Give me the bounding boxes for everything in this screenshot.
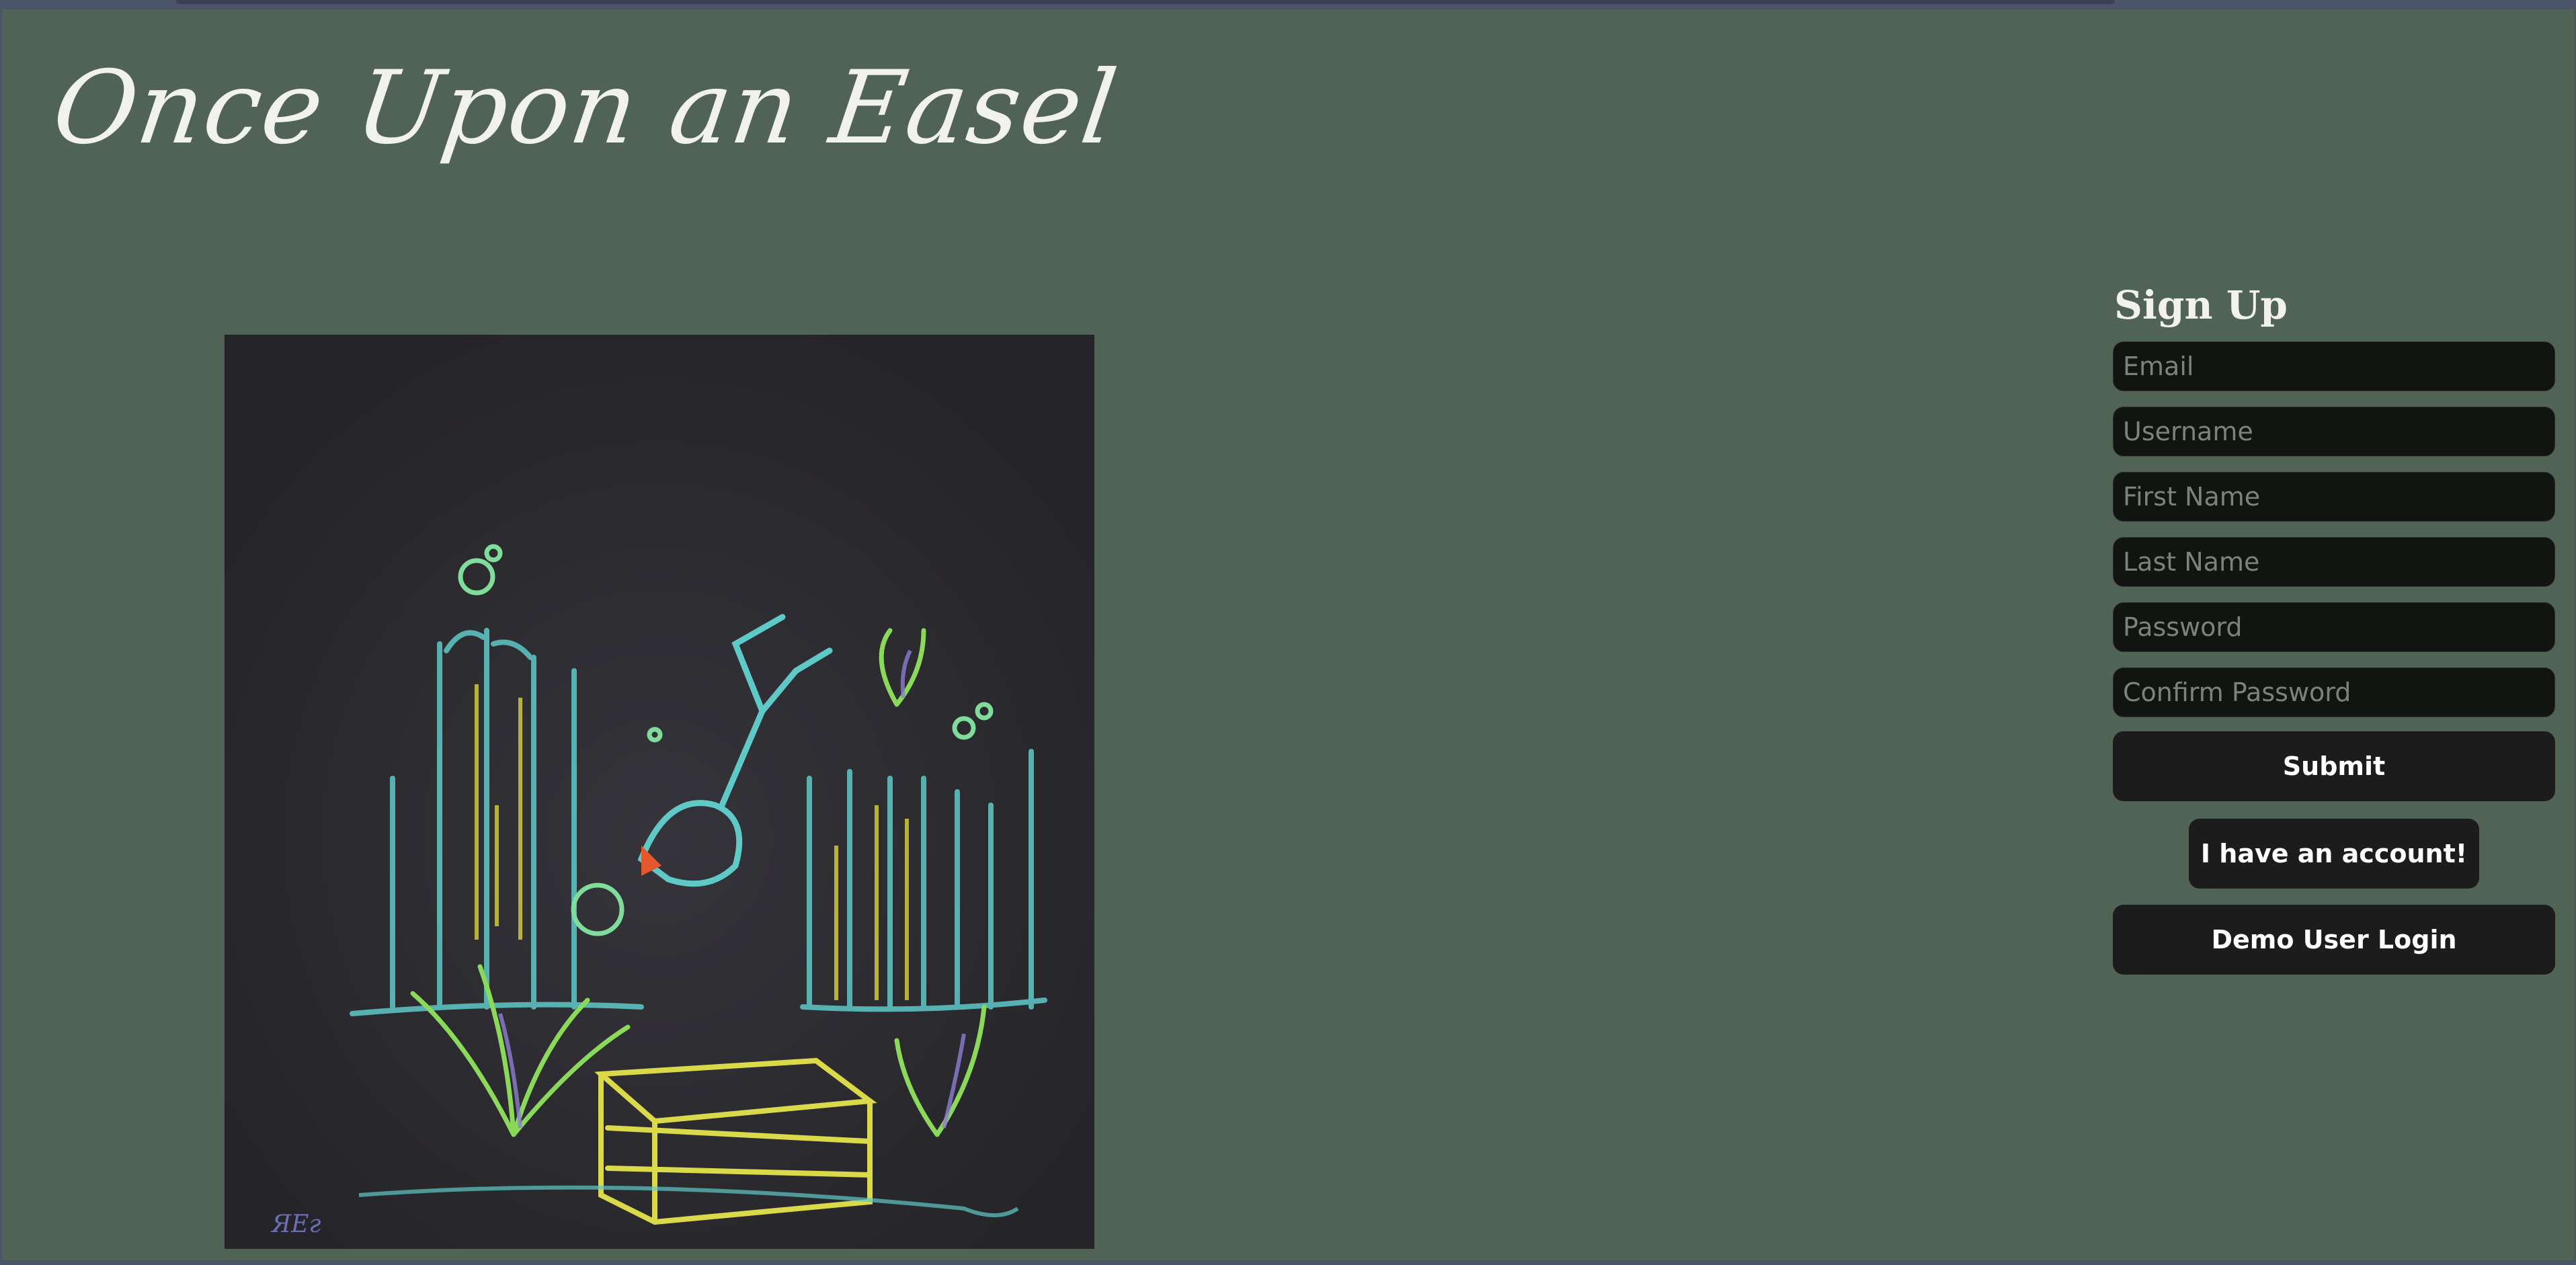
signup-form: Sign Up Submit I have an account! Demo U… <box>2113 278 2555 975</box>
submit-button[interactable]: Submit <box>2113 731 2555 801</box>
demo-login-button[interactable]: Demo User Login <box>2113 905 2555 975</box>
browser-frame: Once Upon an Easel ЯЕг Sign Up Email Use… <box>0 0 2576 1265</box>
artwork-image: ЯЕг <box>225 335 1094 1249</box>
browser-tab-strip <box>176 0 2115 4</box>
last-name-field[interactable] <box>2113 537 2555 587</box>
confirm-password-field[interactable] <box>2113 667 2555 717</box>
username-field[interactable] <box>2113 407 2555 456</box>
email-field[interactable] <box>2113 341 2555 391</box>
underwater-ruins-drawing: ЯЕг <box>225 335 1094 1249</box>
have-account-button[interactable]: I have an account! <box>2189 819 2479 889</box>
signup-title: Sign Up <box>2114 282 2288 328</box>
first-name-field[interactable] <box>2113 472 2555 522</box>
artist-signature: ЯЕг <box>270 1211 321 1238</box>
password-field[interactable] <box>2113 602 2555 652</box>
site-logo[interactable]: Once Upon an Easel <box>46 50 1125 167</box>
page: Once Upon an Easel ЯЕг Sign Up Email Use… <box>2 9 2574 1260</box>
